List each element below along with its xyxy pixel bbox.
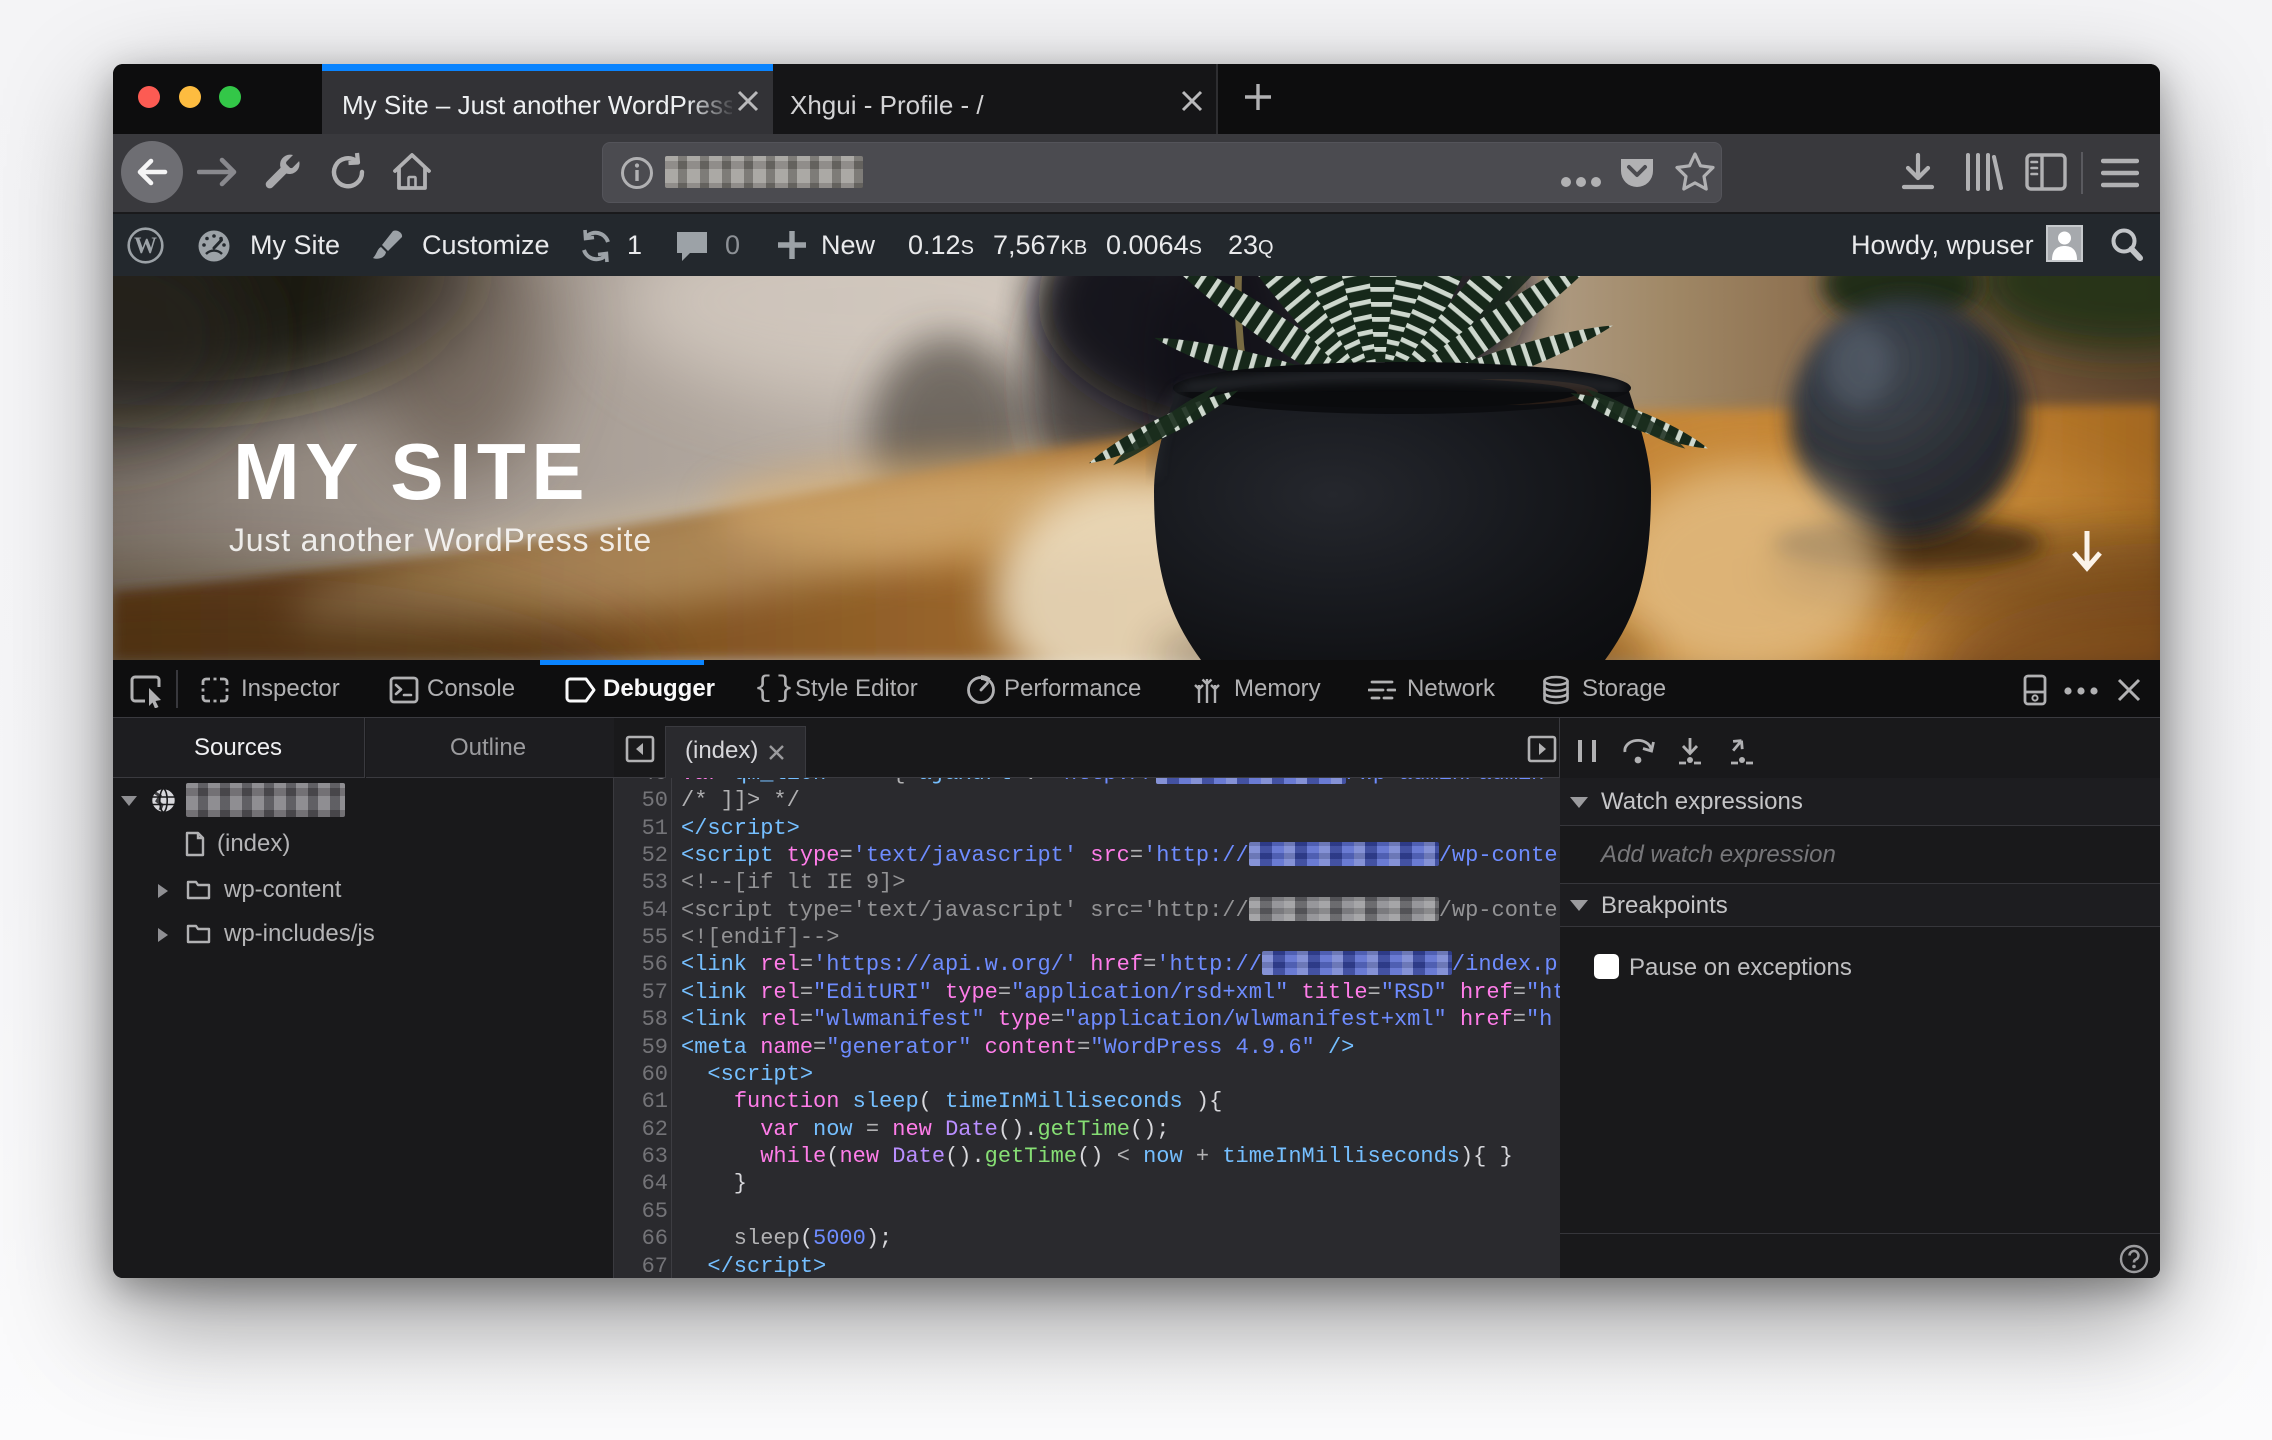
svg-text:W: W [134, 233, 157, 258]
